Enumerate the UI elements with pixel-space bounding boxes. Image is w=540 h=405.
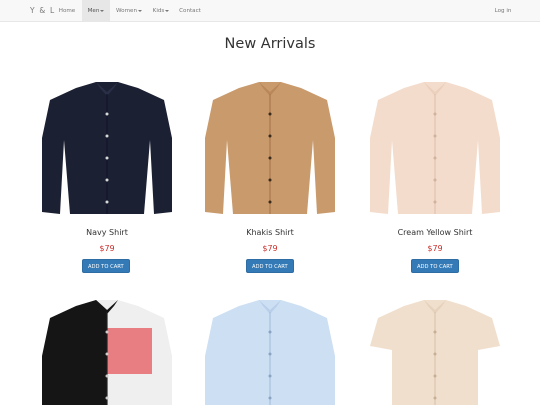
nav-item-home[interactable]: Home xyxy=(56,0,78,22)
nav-item-kids[interactable]: Kids xyxy=(149,0,173,22)
caret-down-icon xyxy=(138,9,143,12)
nav-item-label: Women xyxy=(115,8,138,14)
brand-logo[interactable]: Y & L xyxy=(30,0,55,22)
product-name[interactable]: Cream Yellow Shirt xyxy=(360,228,510,237)
nav-item-women[interactable]: Women xyxy=(114,0,144,22)
add-to-cart-button[interactable]: ADD TO CART xyxy=(246,259,294,273)
page-title: New Arrivals xyxy=(224,36,316,52)
product-price: $79 xyxy=(99,244,115,253)
product-name[interactable]: Navy Shirt xyxy=(32,228,182,237)
nav-item-label: Home xyxy=(58,8,76,14)
cream-yellow-shirt-image[interactable] xyxy=(360,80,510,218)
nav-item-label: Contact xyxy=(179,8,201,14)
colorblock-shirt-image[interactable] xyxy=(32,298,182,405)
nav-item-men[interactable]: Men xyxy=(82,0,110,22)
caret-down-icon xyxy=(100,9,105,12)
top-navbar: Y & L Home Men Women Kids Contact Log in xyxy=(0,0,540,22)
add-to-cart-button[interactable]: ADD TO CART xyxy=(411,259,459,273)
navy-shirt-image[interactable] xyxy=(32,80,182,218)
login-link[interactable]: Log in xyxy=(491,0,515,22)
add-to-cart-button[interactable]: ADD TO CART xyxy=(82,259,130,273)
light-blue-striped-shirt-image[interactable] xyxy=(195,298,345,405)
product-name[interactable]: Khakis Shirt xyxy=(195,228,345,237)
product-price: $79 xyxy=(262,244,278,253)
nav-item-contact[interactable]: Contact xyxy=(176,0,204,22)
beige-short-sleeve-shirt-image[interactable] xyxy=(360,298,510,405)
khakis-shirt-image[interactable] xyxy=(195,80,345,218)
nav-item-label: Men xyxy=(87,8,100,14)
nav-item-label: Kids xyxy=(152,8,165,14)
caret-down-icon xyxy=(165,9,170,12)
product-price: $79 xyxy=(427,244,443,253)
